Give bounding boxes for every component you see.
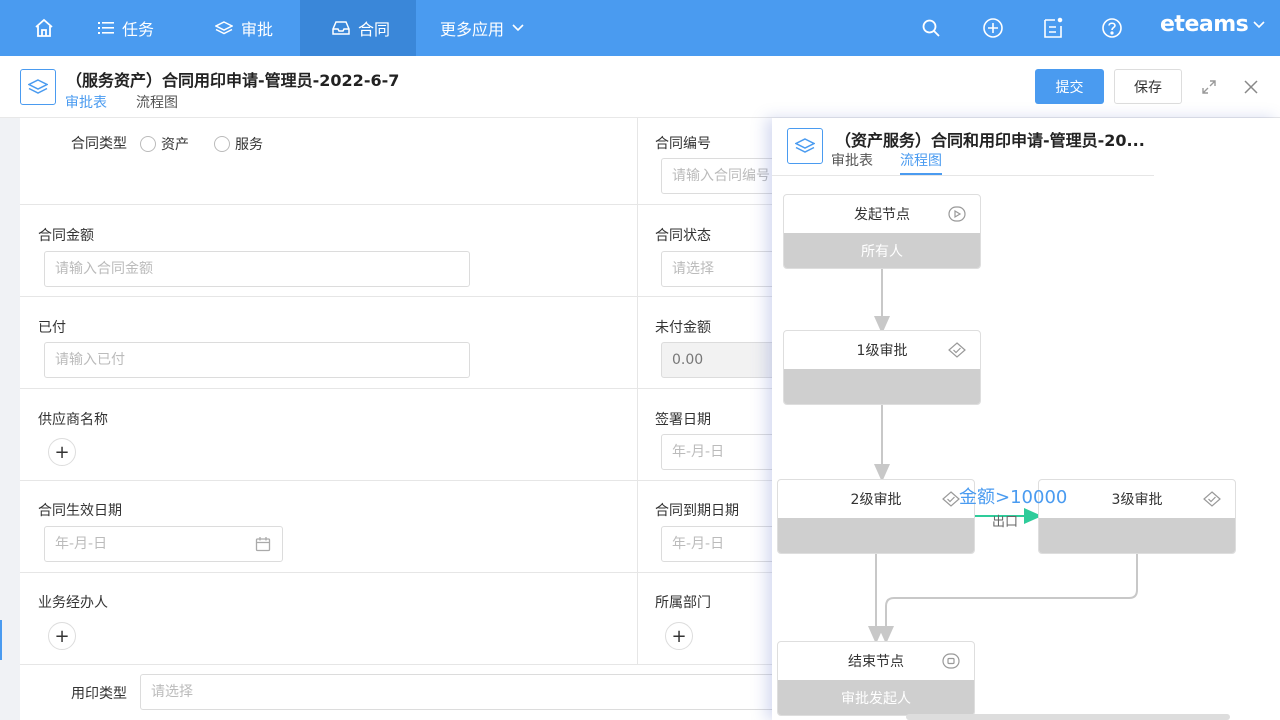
radio-circle [214, 136, 230, 152]
node-header: 结束节点 [778, 642, 974, 680]
handler-label: 业务经办人 [38, 595, 108, 611]
page-header: （服务资产）合同用印申请-管理员-2022-6-7 审批表 流程图 提交 保存 [0, 56, 1280, 118]
layers-icon [20, 69, 56, 105]
row-divider [20, 296, 780, 297]
unpaid-label: 未付金额 [655, 320, 711, 336]
brand-logo: eteams [1160, 12, 1249, 37]
node-label: 发起节点 [854, 207, 910, 223]
condition-label[interactable]: 金额>10000 [959, 483, 1067, 509]
nav-label: 审批 [241, 20, 274, 39]
calendar-icon[interactable] [255, 536, 271, 552]
left-edge-accent [0, 620, 2, 660]
sign-date-label: 签署日期 [655, 412, 711, 428]
notes-icon[interactable] [1040, 15, 1066, 41]
save-button[interactable]: 保存 [1114, 69, 1182, 104]
stop-circle-icon [942, 653, 960, 669]
add-circle-icon[interactable] [980, 15, 1006, 41]
top-navigation: 任务 审批 合同 更多应用 eteams [0, 0, 1280, 56]
column-divider [637, 118, 638, 664]
approve-diamond-icon [942, 491, 960, 507]
flow-node-level2[interactable]: 2级审批 [777, 479, 975, 554]
node-header: 发起节点 [784, 195, 980, 233]
nav-item-contract[interactable]: 合同 [300, 0, 416, 56]
node-label: 1级审批 [856, 343, 908, 359]
flow-node-level1[interactable]: 1级审批 [783, 330, 981, 405]
amount-input[interactable] [44, 251, 470, 287]
node-label: 2级审批 [850, 492, 902, 508]
chevron-down-icon [512, 24, 524, 32]
nav-label: 更多应用 [440, 20, 505, 39]
flow-node-start[interactable]: 发起节点 所有人 [783, 194, 981, 269]
contract-type-label: 合同类型 [71, 136, 127, 152]
radio-label: 服务 [235, 137, 263, 153]
radio-label: 资产 [161, 137, 189, 153]
approve-diamond-icon [948, 342, 966, 358]
row-divider [20, 480, 780, 481]
expand-icon[interactable] [1201, 79, 1217, 95]
node-assignee [778, 518, 974, 553]
search-icon[interactable] [918, 15, 944, 41]
tab-flowchart[interactable]: 流程图 [136, 92, 178, 112]
node-header: 3级审批 [1039, 480, 1235, 518]
tab-approval-form[interactable]: 审批表 [65, 92, 107, 112]
submit-button[interactable]: 提交 [1035, 69, 1104, 104]
node-assignee [1039, 518, 1235, 553]
amount-label: 合同金额 [38, 228, 94, 244]
inbox-icon [332, 21, 350, 35]
seal-type-label: 用印类型 [71, 686, 127, 702]
effective-date-input[interactable] [44, 526, 283, 562]
node-assignee: 所有人 [784, 233, 980, 268]
play-circle-icon [948, 206, 966, 222]
nav-item-tasks[interactable]: 任务 [98, 0, 154, 56]
exit-label: 出口 [992, 515, 1019, 530]
seal-type-select[interactable] [140, 674, 780, 710]
row-divider [20, 204, 780, 205]
page-title: （服务资产）合同用印申请-管理员-2022-6-7 [66, 71, 400, 90]
row-divider [20, 572, 780, 573]
list-icon [98, 22, 114, 34]
brand-menu[interactable]: eteams [1160, 12, 1265, 37]
nav-item-approval[interactable]: 审批 [215, 0, 273, 56]
flowchart-panel: （资产服务）合同和用印申请-管理员-20... 审批表 流程图 发起节点 所有人… [772, 118, 1280, 720]
node-label: 结束节点 [848, 654, 904, 670]
status-label: 合同状态 [655, 228, 711, 244]
department-label: 所属部门 [655, 595, 711, 611]
paid-input[interactable] [44, 342, 470, 378]
nav-label: 任务 [122, 20, 155, 39]
paid-label: 已付 [38, 320, 66, 336]
node-label: 3级审批 [1111, 492, 1163, 508]
help-icon[interactable] [1099, 15, 1125, 41]
contract-no-label: 合同编号 [655, 136, 711, 152]
add-department-button[interactable]: + [665, 622, 693, 650]
nav-item-more-apps[interactable]: 更多应用 [440, 0, 524, 56]
row-divider [20, 388, 780, 389]
radio-circle [140, 136, 156, 152]
node-assignee: 审批发起人 [778, 680, 974, 715]
supplier-label: 供应商名称 [38, 412, 108, 428]
effective-date-label: 合同生效日期 [38, 503, 122, 519]
row-divider [20, 664, 780, 665]
radio-service[interactable]: 服务 [214, 134, 263, 154]
flow-node-end[interactable]: 结束节点 审批发起人 [777, 641, 975, 716]
expire-date-label: 合同到期日期 [655, 503, 739, 519]
flow-node-level3[interactable]: 3级审批 [1038, 479, 1236, 554]
add-supplier-button[interactable]: + [48, 438, 76, 466]
layers-icon [215, 21, 233, 35]
node-header: 2级审批 [778, 480, 974, 518]
add-handler-button[interactable]: + [48, 622, 76, 650]
home-icon[interactable] [22, 14, 66, 42]
nav-label: 合同 [358, 20, 391, 39]
node-assignee [784, 369, 980, 404]
close-icon[interactable] [1243, 79, 1259, 95]
approve-diamond-icon [1203, 491, 1221, 507]
horizontal-scrollbar[interactable] [906, 714, 1230, 720]
node-header: 1级审批 [784, 331, 980, 369]
approval-form: 合同类型 资产 服务 合同编号 合同金额 合同状态 已付 未付金额 供应商名称 … [20, 118, 791, 720]
radio-asset[interactable]: 资产 [140, 134, 189, 154]
chevron-down-icon [1253, 20, 1265, 28]
